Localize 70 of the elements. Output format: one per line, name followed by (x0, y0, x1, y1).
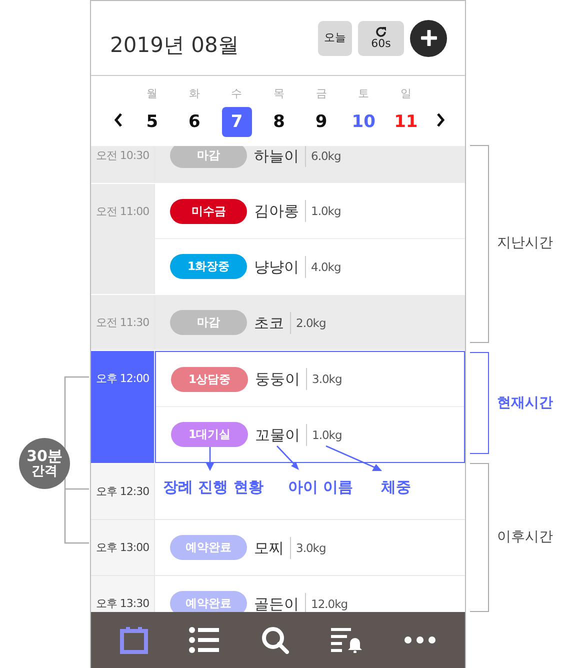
chevron-right-icon (436, 113, 445, 127)
weekday-label: 화 (188, 86, 200, 100)
date-button[interactable]: 7 (222, 106, 252, 136)
refresh-button[interactable]: 60s (358, 20, 404, 56)
time-label: 오후 12:30 (94, 484, 150, 500)
time-label: 오후 13:00 (94, 540, 150, 556)
date-button[interactable]: 8 (264, 106, 294, 136)
weekday-label: 토 (358, 86, 370, 100)
past-time-label: 지난시간 (497, 234, 553, 252)
pet-name: 김아롱 (254, 200, 306, 222)
month-title: 2019년 08월 (110, 32, 240, 59)
status-badge: 1대기실 (171, 422, 248, 447)
nav-button[interactable] (404, 636, 436, 644)
pet-name: 하늘이 (254, 146, 306, 166)
add-button[interactable] (410, 20, 447, 56)
time-label: 오전 11:00 (94, 204, 150, 220)
weekday-label: 목 (274, 86, 285, 100)
nav-button[interactable] (189, 627, 220, 653)
today-button[interactable]: 오늘 (318, 20, 352, 56)
weekday-label: 금 (316, 86, 327, 100)
list-bell-icon (330, 627, 363, 653)
date-button[interactable]: 9 (306, 106, 336, 136)
interval-badge: 30분 간격 (19, 438, 70, 489)
pet-weight: 1.0kg (312, 428, 342, 442)
search-icon (260, 626, 289, 654)
more-icon (404, 636, 436, 644)
pet-weight: 6.0kg (311, 148, 341, 162)
status-badge: 미수금 (170, 198, 247, 224)
date-button[interactable]: 11 (390, 106, 421, 136)
nav-button[interactable] (260, 626, 289, 654)
time-label: 오전 10:30 (94, 148, 150, 164)
pet-weight: 4.0kg (311, 260, 341, 274)
pet-name: 냥냥이 (254, 256, 306, 278)
time-label: 오후 12:00 (94, 371, 150, 387)
future-time-label: 이후시간 (497, 528, 553, 546)
date-button[interactable]: 6 (179, 106, 210, 136)
nav-button[interactable] (330, 627, 363, 653)
weekday-label: 수 (231, 86, 242, 100)
status-badge: 예약완료 (170, 591, 247, 612)
callout-label: 장례 진행 현황 (163, 478, 264, 497)
pet-weight: 12.0kg (311, 596, 348, 610)
date-button[interactable]: 5 (137, 106, 168, 136)
pet-weight: 1.0kg (311, 204, 341, 218)
chevron-left-icon (114, 113, 122, 127)
pet-weight: 3.0kg (296, 540, 326, 554)
status-badge: 마감 (170, 146, 247, 168)
pet-name: 모찌 (254, 536, 291, 558)
callout-label: 아이 이름 (288, 478, 354, 497)
pet-weight: 2.0kg (296, 316, 326, 330)
date-button[interactable]: 10 (348, 106, 379, 136)
schedule-row[interactable]: 마감 하늘이 6.0kg (155, 146, 465, 183)
plus-icon (420, 30, 436, 46)
status-badge: 마감 (170, 310, 247, 335)
schedule-row[interactable]: 마감 초코 2.0kg (155, 295, 465, 350)
status-badge: 1상담중 (171, 366, 248, 392)
status-badge: 예약완료 (170, 535, 247, 560)
current-time-label: 현재시간 (497, 394, 553, 412)
time-label: 오전 11:30 (94, 315, 150, 331)
calendar-icon (120, 626, 148, 654)
callout-label: 체중 (381, 478, 411, 497)
pet-weight: 3.0kg (312, 372, 342, 386)
status-badge: 1화장중 (170, 254, 247, 279)
pet-name: 초코 (254, 312, 291, 334)
refresh-icon (375, 26, 387, 38)
time-label: 오후 13:30 (94, 596, 150, 612)
weekday-label: 월 (146, 86, 158, 100)
pet-name: 둥둥이 (255, 368, 307, 390)
list-icon (189, 627, 220, 653)
pet-name: 꼬물이 (255, 424, 307, 446)
weekday-label: 일 (400, 86, 412, 100)
